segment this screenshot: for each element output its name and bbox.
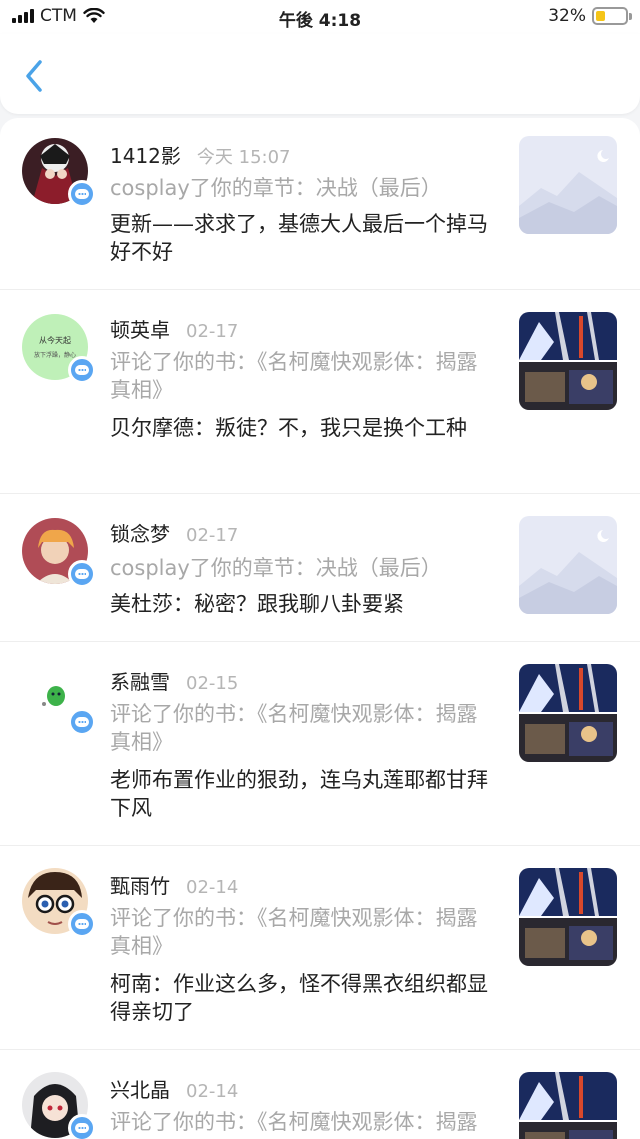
comment-badge-icon [68, 356, 96, 384]
user-name[interactable]: 1412影 [110, 140, 181, 169]
comment-text: 贝尔摩德：叛徒？不，我只是换个工种 [110, 416, 467, 440]
avatar[interactable] [22, 868, 96, 938]
image-placeholder-icon [519, 516, 617, 614]
action-text: 评论了你的书：《名柯魔快观影体：揭露真相》 [110, 350, 478, 402]
avatar[interactable]: 从今天起 放下浮躁，静心 [22, 314, 96, 384]
action-text: 评论了你的书：《名柯魔快观影体：揭露真相》 [110, 906, 478, 958]
comment-badge-icon [68, 180, 96, 208]
action-text: 评论了你的书：《名柯魔快观影体：揭露真相》 [110, 702, 478, 754]
timestamp: 02-17 [186, 525, 239, 546]
user-name[interactable]: 甄雨竹 [110, 870, 170, 899]
user-name[interactable]: 系融雪 [110, 666, 170, 695]
avatar-subtext: 放下浮躁，静心 [33, 352, 76, 359]
status-right: 32% [548, 6, 632, 26]
notification-item[interactable]: 系融雪 02-15 评论了你的书：《名柯魔快观影体：揭露真相》 老师布置作业的狠… [0, 642, 640, 846]
book-cover-thumbnail[interactable] [519, 1072, 617, 1139]
status-bar: CTM 午後 4:18 32% [0, 0, 640, 34]
action-text: 评论了你的书：《名柯魔快观影体：揭露真相》 [110, 1110, 478, 1139]
image-placeholder-icon [519, 136, 617, 234]
user-name[interactable]: 锁念梦 [110, 518, 170, 547]
avatar-text: 从今天起 [39, 336, 71, 345]
user-name[interactable]: 顿英卓 [110, 314, 170, 343]
comment-text: 柯南：作业这么多，怪不得黑衣组织都显得亲切了 [110, 972, 488, 1024]
comment-badge-icon [68, 1114, 96, 1139]
timestamp: 今天 15:07 [196, 147, 291, 168]
notification-item[interactable]: 锁念梦 02-17 cosplay了你的章节：决战（最后） 美杜莎：秘密？跟我聊… [0, 494, 640, 642]
clock: 午後 4:18 [278, 11, 362, 31]
comment-text: 更新——求求了，基德大人最后一个掉马好不好 [110, 212, 488, 264]
book-cover-thumbnail[interactable] [519, 664, 617, 762]
timestamp: 02-15 [186, 673, 239, 694]
comment-text: 美杜莎：秘密？跟我聊八卦要紧 [110, 592, 404, 616]
avatar[interactable] [22, 138, 96, 208]
timestamp: 02-14 [186, 1081, 239, 1102]
book-cover-image [519, 312, 617, 410]
notification-list[interactable]: 1412影 今天 15:07 cosplay了你的章节：决战（最后） 更新——求… [0, 118, 640, 1139]
action-text: cosplay了你的章节：决战（最后） [110, 556, 442, 580]
action-text: cosplay了你的章节：决战（最后） [110, 176, 442, 200]
battery-icon [592, 7, 632, 25]
comment-badge-icon [68, 560, 96, 588]
notification-item[interactable]: 从今天起 放下浮躁，静心 顿英卓 02-17 评论了你的书：《名柯魔快观影体：揭… [0, 290, 640, 494]
notification-item[interactable]: 甄雨竹 02-14 评论了你的书：《名柯魔快观影体：揭露真相》 柯南：作业这么多… [0, 846, 640, 1050]
comment-badge-icon [68, 708, 96, 736]
notification-item[interactable]: 1412影 今天 15:07 cosplay了你的章节：决战（最后） 更新——求… [0, 118, 640, 290]
user-name[interactable]: 兴北晶 [110, 1074, 170, 1103]
avatar[interactable] [22, 518, 96, 588]
comment-badge-icon [68, 910, 96, 938]
chevron-left-icon [26, 60, 42, 92]
comment-text: 老师布置作业的狠劲，连乌丸莲耶都甘拜下风 [110, 768, 488, 820]
timestamp: 02-14 [186, 877, 239, 898]
book-cover-thumbnail[interactable] [519, 868, 617, 966]
book-cover-image [519, 664, 617, 762]
book-cover-thumbnail[interactable] [519, 312, 617, 410]
book-cover-image [519, 868, 617, 966]
notification-item[interactable]: 兴北晶 02-14 评论了你的书：《名柯魔快观影体：揭露真相》 [0, 1050, 640, 1139]
avatar[interactable] [22, 1072, 96, 1139]
chapter-thumbnail[interactable] [519, 136, 617, 234]
avatar[interactable] [22, 666, 96, 736]
timestamp: 02-17 [186, 321, 239, 342]
back-button[interactable] [20, 58, 50, 94]
book-cover-image [519, 1072, 617, 1139]
battery-percent: 32% [548, 6, 586, 26]
top-nav-bar [0, 34, 640, 114]
chapter-thumbnail[interactable] [519, 516, 617, 614]
